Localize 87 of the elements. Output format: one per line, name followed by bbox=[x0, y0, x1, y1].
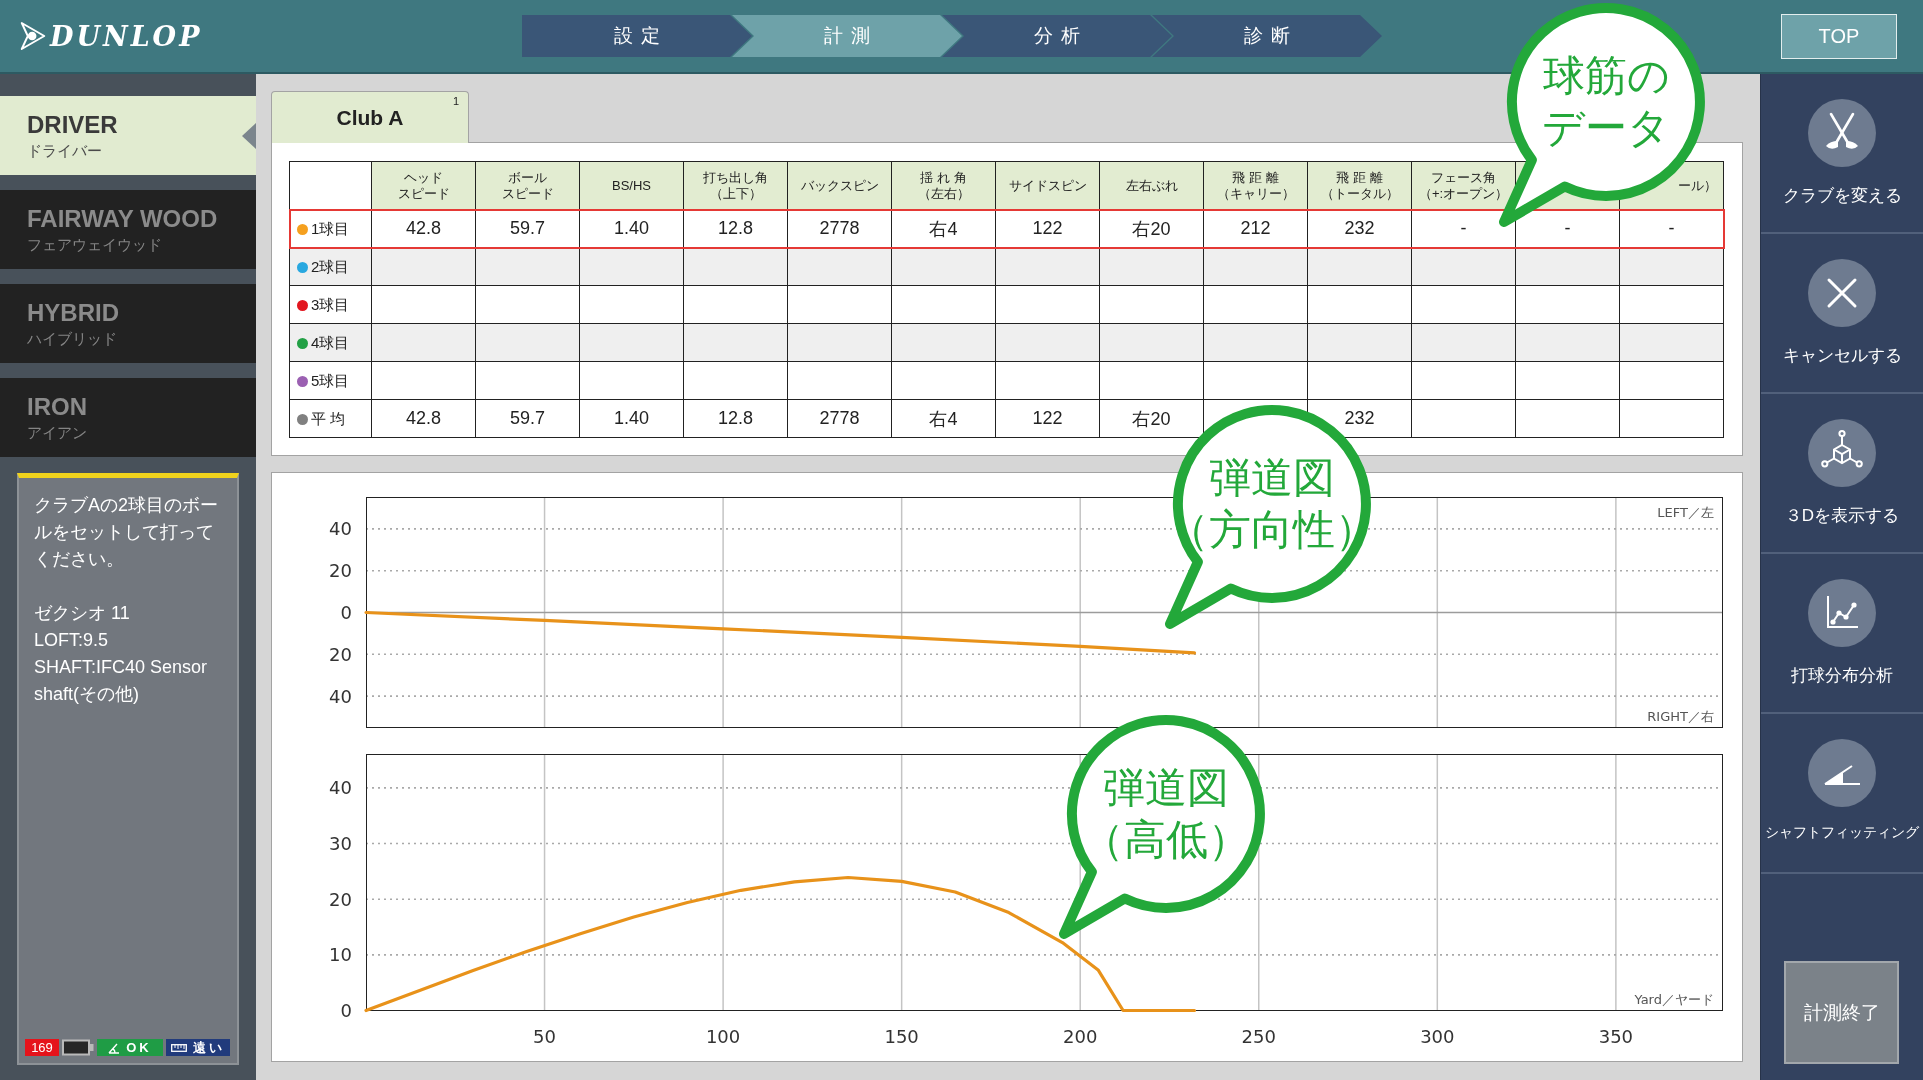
logo-icon bbox=[20, 21, 46, 51]
y-tick-label: 20 bbox=[329, 888, 352, 910]
header-text: ール） bbox=[1677, 177, 1717, 194]
status-text: OK bbox=[126, 1039, 152, 1056]
y-tick-label: 30 bbox=[329, 833, 352, 855]
table-cell: 122 bbox=[995, 399, 1100, 438]
y-tick-label: 20 bbox=[329, 560, 352, 582]
table-cell: 12.8 bbox=[683, 399, 788, 438]
angle-icon bbox=[108, 1041, 121, 1054]
line-chart-icon bbox=[1808, 579, 1876, 647]
brand-logo: DUNLOP bbox=[50, 20, 203, 52]
header-text: サイドスピン bbox=[1007, 177, 1088, 194]
x-tick-label: 50 bbox=[533, 1025, 556, 1047]
row-label: 5球目 bbox=[311, 371, 350, 389]
y-tick-label: 0 bbox=[340, 602, 352, 623]
callout-text: データ bbox=[1542, 103, 1670, 153]
step-tab[interactable]: 分析 bbox=[942, 15, 1172, 57]
y-tick-label: 20 bbox=[329, 643, 352, 665]
angle-wedge-icon bbox=[1808, 739, 1876, 807]
axis-title: Yard／ヤード bbox=[1634, 991, 1714, 1007]
header-text: フェース角 bbox=[1430, 169, 1497, 186]
header-text: バックスピン bbox=[799, 177, 880, 194]
row-label: 平 均 bbox=[311, 409, 346, 427]
x-tick-label: 200 bbox=[1063, 1025, 1098, 1047]
callout-text: 弾道図 bbox=[1103, 763, 1229, 813]
ruler-icon bbox=[171, 1042, 187, 1053]
triangle-pointer-icon bbox=[242, 122, 256, 149]
header-text: （左右） bbox=[916, 185, 971, 202]
header-text: 揺 れ 角 bbox=[919, 169, 968, 186]
header-text: スピード bbox=[500, 185, 555, 202]
club-type-tab[interactable]: HYBRID ハイブリッド bbox=[0, 284, 256, 363]
shot-count: 169 bbox=[25, 1039, 59, 1056]
table-cell: 右20 bbox=[1099, 399, 1204, 438]
row-label: 4球目 bbox=[311, 333, 350, 351]
y-tick-label: 40 bbox=[329, 518, 352, 540]
cube-nodes-icon bbox=[1808, 419, 1876, 487]
y-tick-label: 10 bbox=[329, 944, 352, 966]
table-cell: 42.8 bbox=[371, 399, 476, 438]
club-type-tab[interactable]: FAIRWAY WOOD フェアウェイウッド bbox=[0, 190, 256, 269]
callout-text: 弾道図 bbox=[1209, 453, 1335, 503]
header-text: スピード bbox=[396, 185, 451, 202]
x-tick-label: 150 bbox=[884, 1025, 919, 1047]
direction-label: LEFT／左 bbox=[1657, 504, 1714, 520]
club-spec-text: LOFT:9.5 bbox=[34, 629, 110, 652]
finish-button[interactable]: 計測終了 bbox=[1784, 961, 1899, 1064]
table-cell: 59.7 bbox=[475, 399, 580, 438]
x-tick-label: 250 bbox=[1241, 1025, 1276, 1047]
header-text: BS/HS bbox=[611, 177, 652, 194]
club-type-tab[interactable]: DRIVER ドライバー bbox=[0, 96, 256, 175]
callout-text: （方向性） bbox=[1167, 505, 1377, 555]
club-type-tab[interactable]: IRON アイアン bbox=[0, 378, 256, 457]
club-tab[interactable]: Club A 1 bbox=[271, 91, 469, 143]
x-tick-label: 350 bbox=[1598, 1025, 1634, 1047]
y-tick-label: 0 bbox=[340, 1000, 352, 1021]
table-cell: 1.40 bbox=[579, 399, 684, 438]
table-cell: 2778 bbox=[787, 399, 892, 438]
instruction-text: クラブAの2球目のボールをセットして打ってください。 bbox=[33, 494, 220, 571]
step-tab[interactable]: 診断 bbox=[1152, 15, 1382, 57]
step-tab[interactable]: 設定 bbox=[522, 15, 752, 57]
callout-text: 球筋の bbox=[1542, 51, 1670, 101]
table-cell: 右4 bbox=[891, 399, 996, 438]
club-spec-text: SHAFT:IFC40 Sensor shaft(その他) bbox=[34, 656, 209, 706]
header-text: 打ち出し角 bbox=[702, 169, 769, 186]
y-tick-label: 40 bbox=[329, 777, 352, 799]
header-text: （上下） bbox=[708, 185, 763, 202]
row-label: 2球目 bbox=[311, 257, 350, 275]
status-text: 遠い bbox=[193, 1039, 225, 1056]
header-text: ヘッド bbox=[403, 169, 444, 186]
header-text: （トータル） bbox=[1319, 185, 1400, 202]
row-label: 3球目 bbox=[311, 295, 350, 313]
club-count: 1 bbox=[452, 95, 459, 108]
header-text: （キャリー） bbox=[1215, 185, 1296, 202]
close-icon bbox=[1808, 259, 1876, 327]
direction-label: RIGHT／右 bbox=[1647, 708, 1714, 724]
header-text: ボール bbox=[507, 169, 548, 186]
crossed-clubs-icon bbox=[1808, 99, 1876, 167]
y-tick-label: 40 bbox=[329, 685, 352, 707]
club-spec-text: ゼクシオ 11 bbox=[34, 602, 131, 625]
header-text: 左右ぶれ bbox=[1124, 177, 1179, 194]
row-label: 1球目 bbox=[311, 219, 350, 237]
header-text: 飛 距 離 bbox=[1335, 169, 1384, 186]
x-tick-label: 300 bbox=[1420, 1025, 1455, 1047]
battery-icon bbox=[62, 1039, 94, 1056]
header-text: （+:オープン） bbox=[1417, 185, 1510, 202]
callout-text: （高低） bbox=[1082, 815, 1250, 865]
x-tick-label: 100 bbox=[705, 1025, 741, 1047]
header-text: 飛 距 離 bbox=[1231, 169, 1280, 186]
